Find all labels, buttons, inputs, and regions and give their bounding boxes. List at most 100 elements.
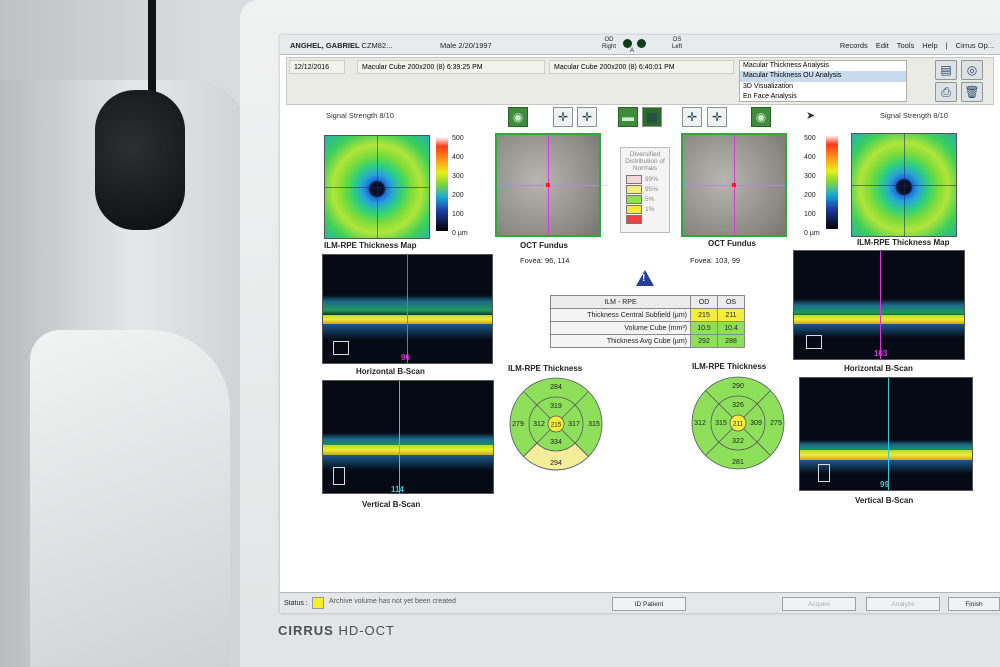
- vertical-bscan-os[interactable]: 99: [799, 377, 973, 491]
- analysis-item-en-face[interactable]: En Face Analysis: [740, 92, 906, 101]
- menu-edit[interactable]: Edit: [876, 41, 889, 50]
- eye-a-label: A: [630, 48, 635, 54]
- eye-view-od-icon[interactable]: ◉: [508, 107, 528, 127]
- scan-os-select[interactable]: Macular Cube 200x200 (8) 6:40:01 PM: [549, 60, 734, 74]
- normals-title: Diversified Distribution of Normals: [625, 151, 665, 172]
- normals-row: [626, 214, 669, 224]
- thickness-map-od[interactable]: [324, 135, 430, 239]
- colorbar-os: [826, 135, 838, 229]
- orientation-icon: [333, 467, 345, 485]
- menu-records[interactable]: Records: [840, 41, 868, 50]
- thickness-map-os-label: ILM-RPE Thickness Map: [857, 238, 950, 247]
- oct-fundus-od[interactable]: [495, 133, 601, 237]
- row-name: Volume Cube (mm³): [550, 321, 691, 335]
- status-indicator: [312, 597, 324, 609]
- print-icon[interactable]: ⎙: [935, 82, 957, 102]
- etdrs-od-outer-right: 315: [588, 421, 600, 428]
- hscan-od-slice: 96: [401, 353, 410, 362]
- scan-od-select[interactable]: Macular Cube 200x200 (8) 6:39:25 PM: [357, 60, 545, 74]
- crosshair-os-alt-icon[interactable]: ✛: [707, 107, 727, 127]
- oct-fundus-os[interactable]: [681, 133, 787, 237]
- layer-toggle-icon[interactable]: ▬: [618, 107, 638, 127]
- eye-od-dot-icon[interactable]: [623, 39, 632, 48]
- value-os: 288: [717, 334, 745, 348]
- etdrs-os-inner-right: 309: [750, 420, 762, 427]
- monitor-screen: ANGHEL, GABRIEL CZM82... Male 2/20/1997 …: [280, 35, 1000, 613]
- grid-toggle-icon[interactable]: ▦: [642, 107, 662, 127]
- fovea-od: Fovea: 96, 114: [520, 256, 570, 265]
- table-header-row: ILM - RPE OD OS: [550, 295, 745, 309]
- finish-button[interactable]: Finish: [948, 597, 1000, 611]
- status-label: Status :: [284, 600, 308, 607]
- etdrs-od-inner-right: 317: [568, 421, 580, 428]
- eye-view-os-icon[interactable]: ◉: [751, 107, 771, 127]
- eye-os-indicator[interactable]: OS Left: [672, 37, 682, 51]
- norm-swatch-99: [626, 174, 642, 184]
- settings-icon[interactable]: ◎: [961, 60, 983, 80]
- menu-bar: Records Edit Tools Help | Cirrus Op...: [840, 41, 994, 50]
- trash-icon[interactable]: 🗑: [961, 82, 983, 102]
- etdrs-od-outer-left: 279: [512, 421, 524, 428]
- horizontal-bscan-os[interactable]: 103: [793, 250, 965, 360]
- vertical-bscan-os-label: Vertical B-Scan: [855, 496, 914, 505]
- save-report-icon[interactable]: ▤: [935, 60, 957, 80]
- value-od: 292: [690, 334, 718, 348]
- etdrs-od-center: 215: [551, 422, 562, 429]
- etdrs-os-inner-top: 326: [732, 402, 744, 409]
- id-patient-button[interactable]: ID Patient: [612, 597, 686, 611]
- cursor-arrow-icon: ➤: [806, 110, 816, 122]
- exam-date[interactable]: 12/12/2016: [289, 60, 345, 74]
- vertical-bscan-od[interactable]: 114: [322, 380, 494, 494]
- vertical-bscan-od-label: Vertical B-Scan: [362, 500, 421, 509]
- etdrs-od-inner-bottom: 334: [550, 439, 562, 446]
- table-header: OS: [717, 295, 745, 309]
- thickness-map-os[interactable]: [851, 133, 957, 237]
- acquire-button[interactable]: Acquire: [782, 597, 856, 611]
- norm-swatch-5: [626, 194, 642, 204]
- crosshair-od-alt-icon[interactable]: ✛: [577, 107, 597, 127]
- exam-selector-bar: 12/12/2016 Macular Cube 200x200 (8) 6:39…: [286, 57, 994, 105]
- etdrs-os-inner-bottom: 322: [732, 438, 744, 445]
- oct-fundus-os-label: OCT Fundus: [708, 239, 756, 248]
- colorbar-os-ticks: 500 400 300 200 100 0 µm: [804, 135, 820, 237]
- device-headrest: [30, 330, 230, 667]
- analysis-item-3d[interactable]: 3D Visualization: [740, 82, 906, 92]
- etdrs-grid-od[interactable]: 284 279 315 294 319 312 317 334 215: [508, 376, 604, 472]
- etdrs-os-outer-bottom: 281: [732, 459, 744, 466]
- analysis-list[interactable]: Macular Thickness Analysis Macular Thick…: [739, 60, 907, 102]
- etdrs-od-outer-top: 284: [550, 384, 562, 391]
- warning-icon[interactable]: [636, 270, 654, 286]
- etdrs-od-inner-left: 312: [533, 421, 545, 428]
- vscan-os-slice: 99: [880, 480, 889, 489]
- table-row: Thickness Avg Cube (µm) 292 288: [550, 334, 745, 348]
- crosshair-os-icon[interactable]: ✛: [682, 107, 702, 127]
- normals-row: 1%: [626, 204, 669, 214]
- patient-sex-dob: Male 2/20/1997: [440, 41, 492, 50]
- vscan-od-slice: 114: [391, 485, 404, 494]
- norm-swatch-0: [626, 214, 642, 224]
- horizontal-bscan-od[interactable]: 96: [322, 254, 493, 364]
- menu-operator[interactable]: Cirrus Op...: [956, 41, 994, 50]
- status-bar: Status : Archive volume has not yet been…: [280, 592, 1000, 613]
- eye-od-indicator[interactable]: OD Right: [602, 37, 616, 51]
- analysis-item-macular-thickness[interactable]: Macular Thickness Analysis: [740, 61, 906, 71]
- horizontal-bscan-od-label: Horizontal B-Scan: [356, 367, 425, 376]
- normals-legend: Diversified Distribution of Normals 99% …: [620, 147, 670, 233]
- title-bar: ANGHEL, GABRIEL CZM82... Male 2/20/1997 …: [280, 35, 1000, 55]
- etdrs-od-inner-top: 319: [550, 403, 562, 410]
- etdrs-os-center: 211: [733, 421, 744, 428]
- orientation-icon: [806, 335, 822, 349]
- analyze-button[interactable]: Analyze: [866, 597, 940, 611]
- analysis-item-macular-ou[interactable]: Macular Thickness OU Analysis: [740, 71, 906, 82]
- eye-os-dot-icon[interactable]: [637, 39, 646, 48]
- etdrs-os-outer-right: 275: [770, 420, 782, 427]
- crosshair-od-icon[interactable]: ✛: [553, 107, 573, 127]
- menu-help[interactable]: Help: [922, 41, 937, 50]
- menu-tools[interactable]: Tools: [897, 41, 915, 50]
- oct-fundus-od-label: OCT Fundus: [520, 241, 568, 250]
- thickness-map-od-label: ILM-RPE Thickness Map: [324, 241, 417, 250]
- status-message: Archive volume has not yet been created: [329, 598, 456, 605]
- etdrs-grid-os[interactable]: 290 312 275 281 326 315 309 322 211: [690, 375, 786, 471]
- ilm-rpe-table: ILM - RPE OD OS Thickness Central Subfie…: [550, 295, 745, 348]
- etdrs-os-inner-left: 315: [715, 420, 727, 427]
